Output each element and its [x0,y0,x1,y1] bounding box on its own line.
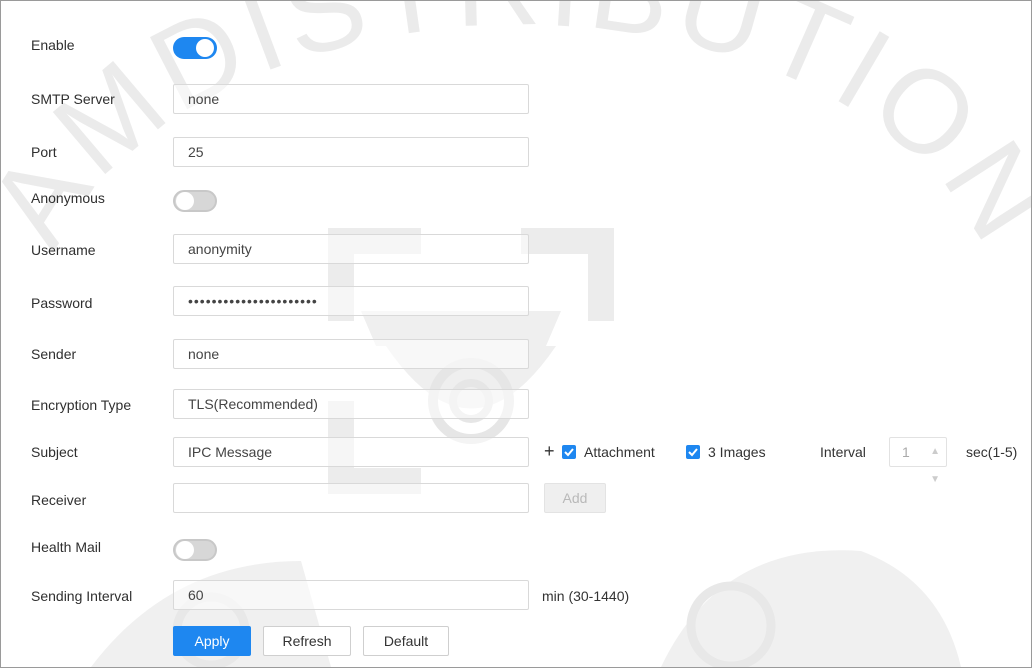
password-input[interactable]: •••••••••••••••••••••• [173,286,529,316]
attachment-checkbox[interactable] [562,445,576,459]
add-subject-icon[interactable]: + [544,441,555,462]
attachment-label: Attachment [584,444,655,460]
interval-unit: sec(1-5) [966,444,1018,460]
sending-interval-label: Sending Interval [31,588,133,604]
toggle-knob [196,39,214,57]
username-label: Username [31,242,96,258]
health-mail-label: Health Mail [31,539,102,555]
password-label: Password [31,295,93,311]
checkmark-icon [688,448,698,457]
sender-input[interactable]: none [173,339,529,369]
anonymous-label: Anonymous [31,190,105,206]
interval-input[interactable]: 1 ▲ ▼ [889,437,947,485]
interval-value: 1 [902,444,910,460]
add-receiver-button[interactable]: Add [544,483,606,513]
smtp-server-label: SMTP Server [31,91,115,107]
subject-input[interactable]: IPC Message [173,437,529,467]
sending-interval-unit: min (30-1440) [542,588,630,604]
checkmark-icon [564,448,574,457]
anonymous-toggle[interactable] [173,190,217,212]
health-mail-toggle[interactable] [173,539,217,561]
sender-label: Sender [31,346,77,362]
subject-label: Subject [31,444,78,460]
images-checkbox[interactable] [686,445,700,459]
images-label: 3 Images [708,444,766,460]
encryption-type-label: Encryption Type [31,397,132,413]
username-input[interactable]: anonymity [173,234,529,264]
apply-button[interactable]: Apply [173,626,251,656]
port-label: Port [31,144,57,160]
interval-label: Interval [820,444,866,460]
toggle-knob [176,192,194,210]
receiver-input[interactable] [173,483,529,513]
watermark-text: AMDISTRIBUTION [1,1,1031,267]
default-button[interactable]: Default [363,626,449,656]
encryption-type-select[interactable]: TLS(Recommended) [173,389,529,419]
sending-interval-input[interactable]: 60 [173,580,529,610]
smtp-server-input[interactable]: none [173,84,529,114]
enable-toggle[interactable] [173,37,217,59]
toggle-knob [176,541,194,559]
svg-text:AMDISTRIBUTION: AMDISTRIBUTION [1,1,1031,267]
enable-label: Enable [31,37,75,53]
spinner-arrows-icon[interactable]: ▲ ▼ [930,438,940,494]
email-settings-panel: AMDISTRIBUTION Enable SMTP Server none P… [0,0,1032,668]
port-input[interactable]: 25 [173,137,529,167]
refresh-button[interactable]: Refresh [263,626,351,656]
receiver-label: Receiver [31,492,87,508]
